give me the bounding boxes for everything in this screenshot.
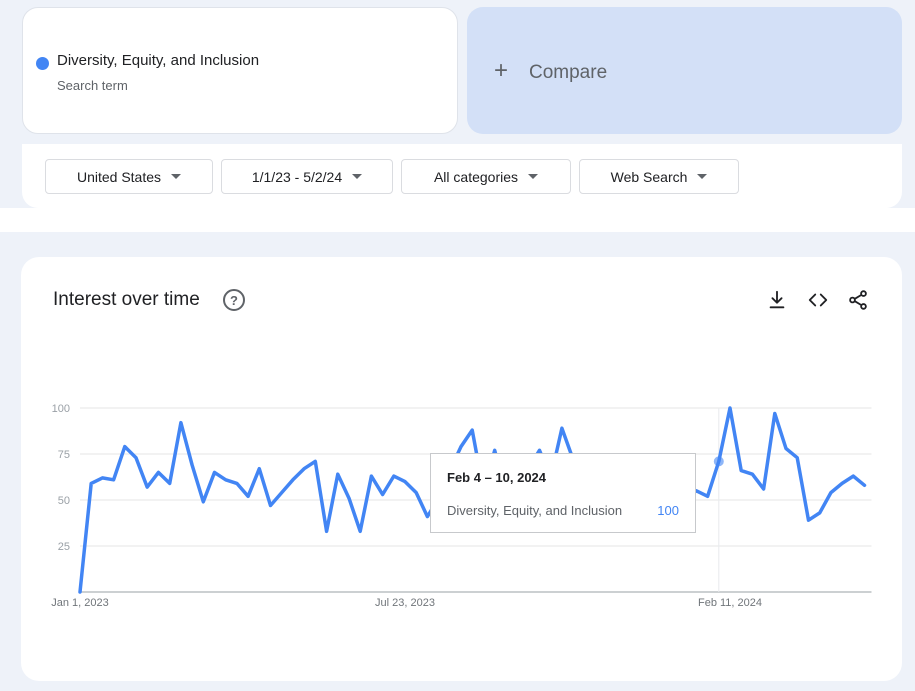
filter-date-label: 1/1/23 - 5/2/24 [251,168,343,185]
x-tick-label: Jul 23, 2023 [375,597,435,609]
x-tick-label: Jan 1, 2023 [51,597,109,609]
x-tick-label: Feb 11, 2024 [698,597,762,609]
plus-icon: + [494,57,509,84]
term-color-dot [36,57,49,70]
y-tick-label: 100 [52,403,70,415]
filter-date-range[interactable]: 1/1/23 - 5/2/24 [221,159,393,194]
y-tick-label: 50 [58,495,70,507]
highlight-point [713,456,724,467]
caret-down-icon [528,174,539,179]
filter-search-type[interactable]: Web Search [579,159,739,194]
filter-search-type-label: Web Search [610,168,688,185]
filter-category-label: All categories [433,168,519,185]
help-circle-icon[interactable]: ? [223,289,245,311]
chart-title: Interest over time [53,289,200,310]
tooltip-date: Feb 4 – 10, 2024 [447,470,547,485]
caret-down-icon [352,174,363,179]
divider-strip [0,208,915,232]
search-term-subtitle: Search term [57,78,128,93]
search-term-card[interactable]: Diversity, Equity, and Inclusion Search … [22,7,458,134]
filters-bar: United States 1/1/23 - 5/2/24 All catego… [22,144,902,208]
tooltip-value: 100 [657,503,679,518]
share-icon[interactable] [847,289,869,311]
interest-over-time-card: 25 50 75 100 Jan 1, 2023 Jul 23, 2023 Feb 11, … [21,257,902,681]
caret-down-icon [171,174,182,179]
caret-down-icon [697,174,708,179]
filter-region[interactable]: United States [45,159,213,194]
embed-code-icon[interactable] [807,289,829,311]
filter-region-label: United States [76,168,162,185]
compare-button[interactable]: + Compare [467,7,902,134]
filter-category[interactable]: All categories [401,159,571,194]
search-term-name[interactable]: Diversity, Equity, and Inclusion [57,52,259,69]
chart-tooltip: Feb 4 – 10, 2024 Diversity, Equity, and … [430,453,696,533]
y-tick-label: 75 [58,449,70,461]
y-tick-label: 25 [58,541,70,553]
download-icon[interactable] [766,289,788,311]
compare-label: Compare [529,62,608,83]
tooltip-series: Diversity, Equity, and Inclusion [447,503,623,518]
